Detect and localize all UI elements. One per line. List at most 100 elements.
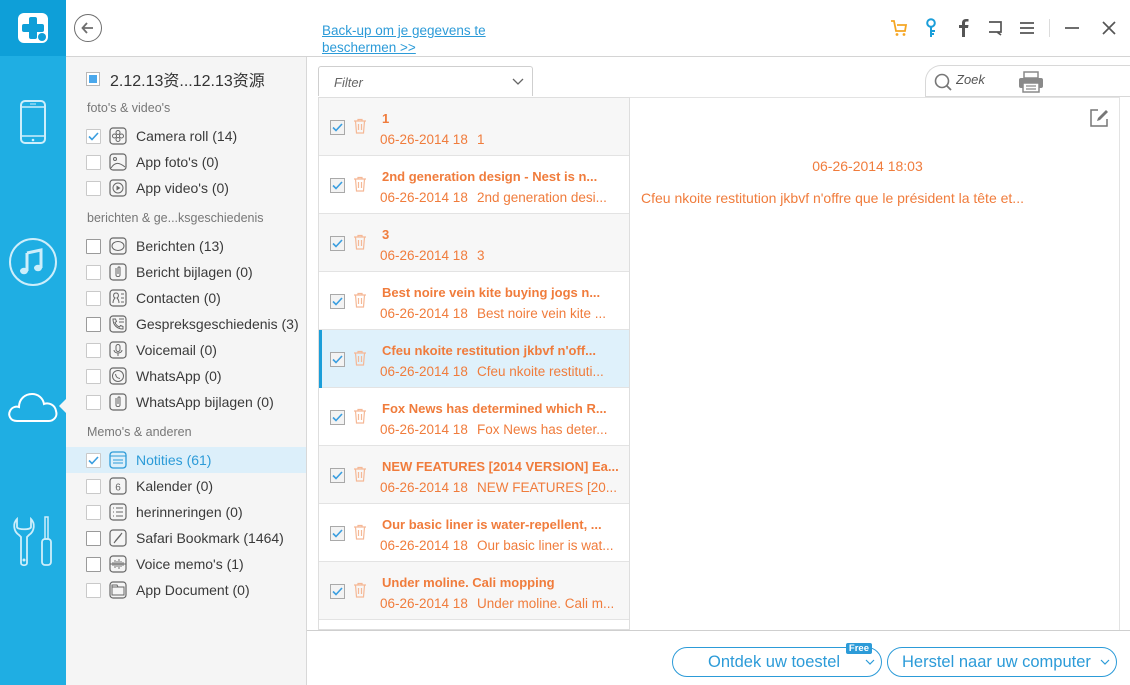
svg-text:6: 6 xyxy=(115,483,121,494)
photo-icon xyxy=(109,153,127,171)
note-checkbox[interactable] xyxy=(330,120,345,135)
category-item[interactable]: WhatsApp bijlagen (0) xyxy=(66,389,306,415)
note-row[interactable]: Best noire vein kite buying jogs n... 06-… xyxy=(319,272,629,330)
note-checkbox[interactable] xyxy=(330,410,345,425)
category-item[interactable]: Contacten (0) xyxy=(66,285,306,311)
category-item[interactable]: WhatsApp (0) xyxy=(66,363,306,389)
trash-icon[interactable] xyxy=(353,524,367,545)
category-item[interactable]: App Document (0) xyxy=(66,577,306,603)
edit-button[interactable] xyxy=(1089,108,1109,128)
back-button[interactable] xyxy=(74,14,102,42)
category-checkbox[interactable] xyxy=(86,154,101,170)
note-checkbox[interactable] xyxy=(330,178,345,193)
note-subline: 06-26-2014 18:03 Our basic liner is wat..… xyxy=(380,538,620,553)
category-checkbox[interactable] xyxy=(86,180,101,196)
close-button[interactable] xyxy=(1088,14,1130,42)
facebook-button[interactable] xyxy=(947,14,979,42)
category-item[interactable]: Camera roll (14) xyxy=(66,123,306,149)
filter-dropdown[interactable]: Filter xyxy=(318,66,533,96)
divider xyxy=(1049,19,1050,37)
note-subline: 06-26-2014 18:03 3 xyxy=(380,248,620,263)
feedback-button[interactable] xyxy=(979,14,1011,42)
rail-cloud[interactable] xyxy=(0,376,67,436)
chevron-down-icon xyxy=(1100,659,1110,665)
note-row[interactable]: Under moline. Cali mopping 06-26-2014 18:… xyxy=(319,562,629,620)
category-item[interactable]: Voicemail (0) xyxy=(66,337,306,363)
category-checkbox[interactable] xyxy=(86,582,101,598)
category-checkbox[interactable] xyxy=(86,478,101,494)
category-checkbox[interactable] xyxy=(86,342,101,358)
category-item[interactable]: Voice memo's (1) xyxy=(66,551,306,577)
category-checkbox[interactable] xyxy=(86,368,101,384)
restore-to-computer-button[interactable]: Herstel naar uw computer xyxy=(887,647,1117,677)
arrow-left-icon xyxy=(81,22,93,34)
note-checkbox[interactable] xyxy=(330,526,345,541)
note-row[interactable]: Fox News has determined which R... 06-26-… xyxy=(319,388,629,446)
rail-music[interactable] xyxy=(0,232,66,292)
trash-icon[interactable] xyxy=(353,234,367,255)
device-checkbox[interactable] xyxy=(86,72,100,86)
reminders-icon xyxy=(109,503,127,521)
note-subline: 06-26-2014 18:03 1 xyxy=(380,132,620,147)
trash-icon[interactable] xyxy=(353,350,367,371)
note-date: 06-26-2014 18:03 xyxy=(380,132,468,147)
note-checkbox[interactable] xyxy=(330,584,345,599)
category-item[interactable]: Safari Bookmark (1464) xyxy=(66,525,306,551)
register-button[interactable] xyxy=(915,14,947,42)
edit-icon xyxy=(1090,109,1108,127)
note-date: 06-26-2014 18:03 xyxy=(380,422,468,437)
note-row[interactable]: 1 06-26-2014 18:03 1 xyxy=(319,98,629,156)
device-row[interactable]: 2.12.13资...12.13资源 xyxy=(86,67,265,91)
category-item[interactable]: Berichten (13) xyxy=(66,233,306,259)
category-checkbox[interactable] xyxy=(86,452,101,468)
cart-button[interactable] xyxy=(883,14,915,42)
trash-icon[interactable] xyxy=(353,292,367,313)
trash-icon[interactable] xyxy=(353,176,367,197)
whatsapp-icon xyxy=(109,367,127,385)
rail-tools[interactable] xyxy=(0,512,66,572)
category-checkbox[interactable] xyxy=(86,290,101,306)
category-item[interactable]: App video's (0) xyxy=(66,175,306,201)
close-icon xyxy=(1102,21,1116,35)
chevron-down-icon xyxy=(865,659,875,665)
print-button[interactable] xyxy=(1017,70,1045,94)
trash-icon[interactable] xyxy=(353,118,367,139)
note-checkbox[interactable] xyxy=(330,236,345,251)
menu-button[interactable] xyxy=(1011,14,1043,42)
note-row[interactable]: 3 06-26-2014 18:03 3 xyxy=(319,214,629,272)
category-checkbox[interactable] xyxy=(86,316,101,332)
note-row[interactable]: NEW FEATURES [2014 VERSION] Ea... 06-26-2… xyxy=(319,446,629,504)
note-checkbox[interactable] xyxy=(330,294,345,309)
category-checkbox[interactable] xyxy=(86,556,101,572)
note-checkbox[interactable] xyxy=(330,468,345,483)
category-checkbox[interactable] xyxy=(86,504,101,520)
note-row[interactable]: Our basic liner is water-repellent, ... 0… xyxy=(319,504,629,562)
category-checkbox[interactable] xyxy=(86,128,101,144)
note-checkbox[interactable] xyxy=(330,352,345,367)
category-checkbox[interactable] xyxy=(86,238,101,254)
note-title: Our basic liner is water-repellent, ... xyxy=(382,517,602,532)
note-date: 06-26-2014 18:03 xyxy=(380,190,468,205)
note-row[interactable]: 2nd generation design - Nest is n... 06-2… xyxy=(319,156,629,214)
rail-phone[interactable] xyxy=(0,92,66,152)
backup-link[interactable]: Back-up om je gegevens te beschermen >> xyxy=(322,22,522,56)
category-checkbox[interactable] xyxy=(86,394,101,410)
category-item[interactable]: Gespreksgeschiedenis (3) xyxy=(66,311,306,337)
category-checkbox[interactable] xyxy=(86,530,101,546)
trash-icon[interactable] xyxy=(353,408,367,429)
trash-icon[interactable] xyxy=(353,466,367,487)
menu-icon xyxy=(1020,22,1034,34)
minimize-button[interactable] xyxy=(1056,14,1088,42)
category-label: Voice memo's (1) xyxy=(136,556,244,572)
top-bar: Back-up om je gegevens te beschermen >> xyxy=(66,0,1130,57)
category-checkbox[interactable] xyxy=(86,264,101,280)
category-item[interactable]: herinneringen (0) xyxy=(66,499,306,525)
group-title: berichten & ge...ksgeschiedenis xyxy=(87,211,264,225)
category-item[interactable]: App foto's (0) xyxy=(66,149,306,175)
category-item[interactable]: Notities (61) xyxy=(66,447,306,473)
trash-icon[interactable] xyxy=(353,582,367,603)
category-item[interactable]: Bericht bijlagen (0) xyxy=(66,259,306,285)
category-item[interactable]: 6 Kalender (0) xyxy=(66,473,306,499)
discover-device-button[interactable]: Ontdek uw toestel Free xyxy=(672,643,882,677)
note-row[interactable]: Cfeu nkoite restitution jkbvf n'off... 06… xyxy=(319,330,629,388)
